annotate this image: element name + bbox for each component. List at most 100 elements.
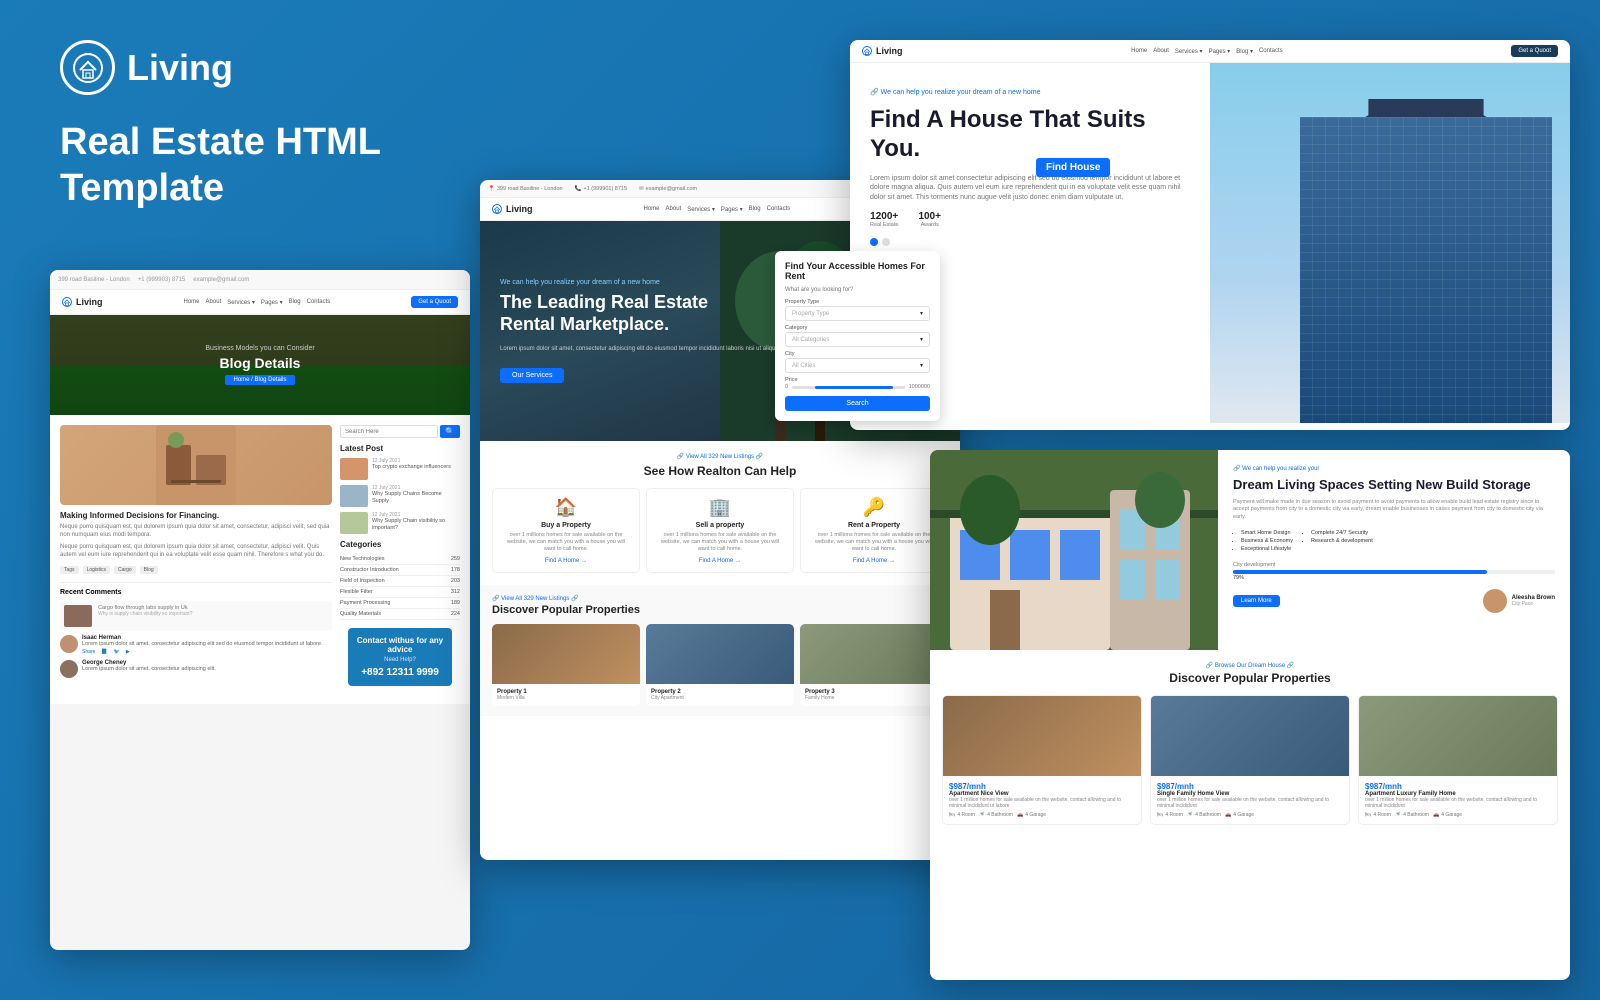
- reviewer: Aleesha Brown City Pace: [1483, 589, 1555, 613]
- features-col-2: Complete 24/7 Security Research & develo…: [1303, 530, 1373, 554]
- pb-features-3: 🛏 4 Room 🚿 4 Bathroom 🚗 4 Garage: [1365, 812, 1551, 818]
- comment-body-1: Isaac Herman Lorem ipsum dolor sit amet,…: [82, 635, 323, 655]
- popular-img-1: [492, 624, 640, 684]
- popular-bottom-cards: $987/mnh Apartment Nice View over 1 mill…: [942, 695, 1558, 825]
- sidebar-search-input[interactable]: [340, 425, 438, 438]
- right-nav: Living Home About Services ▾ Pages ▾ Blo…: [850, 40, 1570, 63]
- pb-img-2: [1151, 696, 1349, 776]
- popular-card-2[interactable]: Property 2 City Apartment: [646, 624, 794, 706]
- sidebar-search-button[interactable]: 🔍: [440, 425, 460, 438]
- blog-topbar: 399 road Basiline - London +1 (999903) 8…: [50, 270, 470, 290]
- tagline: Real Estate HTML Template: [60, 120, 381, 211]
- blog-header: 399 road Basiline - London +1 (999903) 8…: [50, 270, 470, 315]
- article-title: Making Informed Decisions for Financing.: [60, 511, 332, 520]
- blog-hero: Business Models you can Consider Blog De…: [50, 315, 470, 415]
- cat-5[interactable]: Payment Processing189: [340, 598, 460, 609]
- right-hero-title: Find A House That Suits You.: [870, 106, 1190, 164]
- property-type-select[interactable]: Property Type ▾: [785, 306, 930, 321]
- sell-link[interactable]: Find A Home →: [655, 558, 785, 564]
- blog-content: Making Informed Decisions for Financing.…: [50, 415, 470, 704]
- comments-title: Recent Comments: [60, 589, 332, 596]
- popular-card-3[interactable]: Property 3 Family Home: [800, 624, 948, 706]
- dream-body: Payment will make made in due season to …: [1233, 499, 1555, 522]
- contact-block: Contact withus for any advice Need Help?…: [348, 628, 452, 686]
- popular-img-3: [800, 624, 948, 684]
- search-title: Find Your Accessible Homes For Rent: [785, 261, 930, 281]
- sidebar-post-1: 12 July 2021 Top crypto exchange influen…: [340, 458, 460, 480]
- learn-more-button[interactable]: Learn More: [1233, 595, 1280, 607]
- popular-card-1[interactable]: Property 1 Modern Villa: [492, 624, 640, 706]
- cat-4[interactable]: Flexible Filter312: [340, 587, 460, 598]
- search-button[interactable]: Search: [785, 396, 930, 411]
- buy-title: Buy a Property: [501, 522, 631, 529]
- right-nav-cta[interactable]: Get a Quoot: [1511, 45, 1558, 57]
- post-info: Cargo flow through labs supply in Uk Why…: [98, 605, 192, 627]
- blog-nav: Living Home About Services ▾ Pages ▾ Blo…: [50, 290, 470, 315]
- sidebar-post-2: 12 July 2021 Why Supply Chains Become Su…: [340, 485, 460, 507]
- dot-inactive[interactable]: [882, 238, 890, 246]
- help-card-buy: 🏠 Buy a Property over 1 millions homes f…: [492, 488, 640, 573]
- dream-title: Dream Living Spaces Setting New Build St…: [1233, 477, 1555, 493]
- building-scene: [1210, 63, 1570, 423]
- popular-bottom: 🔗 Browse Our Dream House 🔗 Discover Popu…: [930, 650, 1570, 837]
- popular-bottom-tag: 🔗 Browse Our Dream House 🔗: [942, 662, 1558, 669]
- cat-1[interactable]: New Technologies259: [340, 554, 460, 565]
- bottom-right-card: 🔗 We can help you realize your Dream Liv…: [930, 450, 1570, 980]
- pb-card-2[interactable]: $987/mnh Single Family Home View over 1 …: [1150, 695, 1350, 825]
- buy-body: over 1 millions homes for sale available…: [501, 532, 631, 553]
- pb-card-1[interactable]: $987/mnh Apartment Nice View over 1 mill…: [942, 695, 1142, 825]
- cat-2[interactable]: Constructor Introduction178: [340, 565, 460, 576]
- rent-icon: 🔑: [809, 497, 939, 518]
- dot-active[interactable]: [870, 238, 878, 246]
- pb-img-1: [943, 696, 1141, 776]
- help-card-sell: 🏢 Sell a property over 1 millions homes …: [646, 488, 794, 573]
- right-nav-logo: Living: [862, 46, 903, 56]
- dream-features: Smart Home Design Business & Economy Exc…: [1233, 530, 1555, 554]
- popular-section: 🔗 View All 329 New Listings 🔗 Discover P…: [480, 585, 960, 716]
- cat-3[interactable]: Field of Inspection203: [340, 576, 460, 587]
- dream-content: 🔗 We can help you realize your Dream Liv…: [1218, 450, 1570, 650]
- cat-6[interactable]: Quality Materials224: [340, 609, 460, 620]
- recent-comments: Recent Comments Cargo flow through labs …: [60, 582, 332, 678]
- stat-awards: 100+ Awards: [918, 211, 941, 228]
- stats-row: 1200+ Real Estate 100+ Awards: [870, 211, 1190, 228]
- price-slider[interactable]: [792, 386, 905, 389]
- reviewer-avatar: [1483, 589, 1507, 613]
- sidebar-categories: Categories New Technologies259 Construct…: [340, 540, 460, 620]
- topbar-email: example@gmail.com: [193, 277, 249, 283]
- blog-nav-cta[interactable]: Get a Quoot: [411, 296, 458, 308]
- tagline-text: Real Estate HTML Template: [60, 120, 381, 211]
- blog-nav-brand: Living: [76, 297, 103, 307]
- post-thumbnail: [64, 605, 92, 627]
- help-card-rent: 🔑 Rent a Property over 1 millions homes …: [800, 488, 948, 573]
- blog-hero-title: Blog Details: [220, 355, 301, 371]
- progress-section: City development 79%: [1233, 562, 1555, 581]
- latest-post-title: Latest Post: [340, 444, 460, 453]
- help-cards: 🏠 Buy a Property over 1 millions homes f…: [492, 488, 948, 573]
- blog-article-image: [60, 425, 332, 505]
- popular-tag: 🔗 View All 329 New Listings 🔗: [492, 595, 948, 602]
- category-select[interactable]: All Categories ▾: [785, 332, 930, 347]
- pb-card-3[interactable]: $987/mnh Apartment Luxury Family Home ov…: [1358, 695, 1558, 825]
- city-select[interactable]: All Cities ▾: [785, 358, 930, 373]
- comment-2: George Cheney Lorem ipsum dolor sit amet…: [60, 660, 332, 678]
- comment-1: Isaac Herman Lorem ipsum dolor sit amet,…: [60, 635, 332, 655]
- topbar-location: 399 road Basiline - London: [58, 277, 130, 283]
- right-hero: 🔗 We can help you realize your dream of …: [850, 63, 1570, 423]
- search-field-category: Category All Categories ▾: [785, 325, 930, 347]
- commenter-avatar-1: [60, 635, 78, 653]
- comment-body-2: George Cheney Lorem ipsum dolor sit amet…: [82, 660, 216, 678]
- hero-cta[interactable]: Our Services: [500, 368, 564, 383]
- rent-link[interactable]: Find A Home →: [809, 558, 939, 564]
- right-hero-sub: 🔗 We can help you realize your dream of …: [870, 88, 1190, 96]
- popular-title: Discover Popular Properties: [492, 604, 948, 616]
- commenter-avatar-2: [60, 660, 78, 678]
- main-hero: We can help you realize your dream of a …: [480, 221, 960, 441]
- right-nav-links: Home About Services ▾ Pages ▾ Blog ▾ Con…: [1131, 48, 1282, 55]
- progress-fill: [1233, 570, 1487, 574]
- rent-body: over 1 millions homes for sale available…: [809, 532, 939, 553]
- features-col-1: Smart Home Design Business & Economy Exc…: [1233, 530, 1293, 554]
- main-card: 📍 399 road Basiline - London 📞 +1 (99990…: [480, 180, 960, 860]
- help-title: See How Realton Can Help: [492, 464, 948, 478]
- buy-link[interactable]: Find A Home →: [501, 558, 631, 564]
